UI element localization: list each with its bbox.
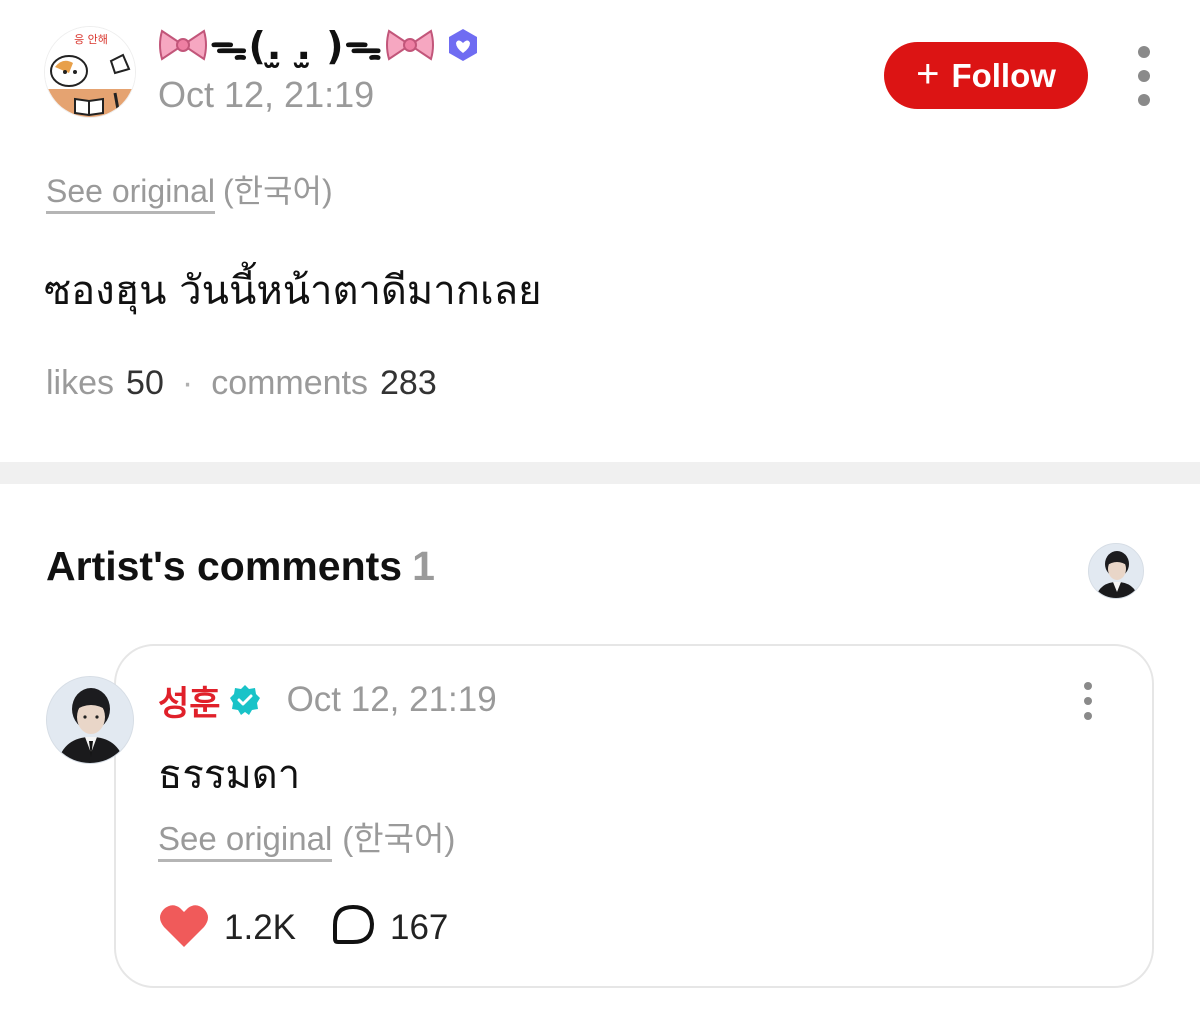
follow-label: Follow (951, 56, 1056, 94)
artist-comments-count: 1 (412, 543, 435, 589)
post-header: 응 안해 ᯓ(.̫ .̫ )ᯓ Oct 12, 21:19 + Follow (0, 0, 1200, 140)
comment-actions: 1.2K 167 (158, 902, 448, 954)
artist-avatar-small[interactable] (1088, 543, 1144, 599)
follow-button[interactable]: + Follow (884, 42, 1088, 109)
original-language: (한국어) (223, 173, 333, 209)
comment-timestamp: Oct 12, 21:19 (286, 680, 497, 719)
comment-see-original: See original (한국어) (158, 812, 456, 862)
likes-label: likes (46, 364, 115, 402)
section-divider (0, 462, 1200, 484)
heart-icon (158, 903, 210, 954)
more-vertical-icon[interactable] (1128, 46, 1160, 106)
post-timestamp: Oct 12, 21:19 (158, 74, 375, 115)
post-see-original: See original (한국어) (46, 166, 333, 214)
post-stats: likes 50 · comments 283 (46, 364, 437, 403)
comments-count[interactable]: 283 (380, 364, 437, 403)
weverse-verified-icon (445, 27, 481, 63)
comment-author-avatar[interactable] (46, 676, 134, 764)
author-name-text: ᯓ(.̫ .̫ )ᯓ (210, 24, 384, 68)
likes-count: 50 (126, 364, 164, 402)
artist-comments-title-text: Artist's comments (46, 543, 403, 589)
post-text: ซองฮุน วันนี้หน้าตาดีมากเลย (44, 268, 542, 314)
bow-icon (158, 25, 208, 65)
comment-text: ธรรมดา (158, 752, 301, 798)
plus-icon: + (916, 51, 940, 96)
comment-original-language: (한국어) (342, 820, 456, 857)
reply-button[interactable]: 167 (330, 903, 448, 954)
comment-more-icon[interactable] (1080, 682, 1096, 720)
like-count: 1.2K (224, 908, 296, 947)
avatar-caption: 응 안해 (74, 32, 108, 46)
comment-author-name[interactable]: 성훈 (158, 676, 221, 725)
comment-see-original-link[interactable]: See original (158, 820, 333, 862)
artist-verified-icon (229, 684, 261, 716)
comment-header: 성훈 Oct 12, 21:19 (158, 676, 497, 725)
artist-comments-title: Artist's comments 1 (46, 543, 435, 590)
bow-icon (385, 25, 435, 65)
stats-separator: · (181, 364, 194, 402)
author-avatar[interactable]: 응 안해 (44, 26, 136, 118)
see-original-link[interactable]: See original (46, 173, 215, 214)
like-button[interactable]: 1.2K (158, 903, 296, 954)
author-name[interactable]: ᯓ(.̫ .̫ )ᯓ (158, 20, 481, 70)
comment-bubble-icon (330, 903, 376, 954)
reply-count: 167 (390, 908, 449, 947)
comments-label[interactable]: comments (211, 364, 368, 403)
